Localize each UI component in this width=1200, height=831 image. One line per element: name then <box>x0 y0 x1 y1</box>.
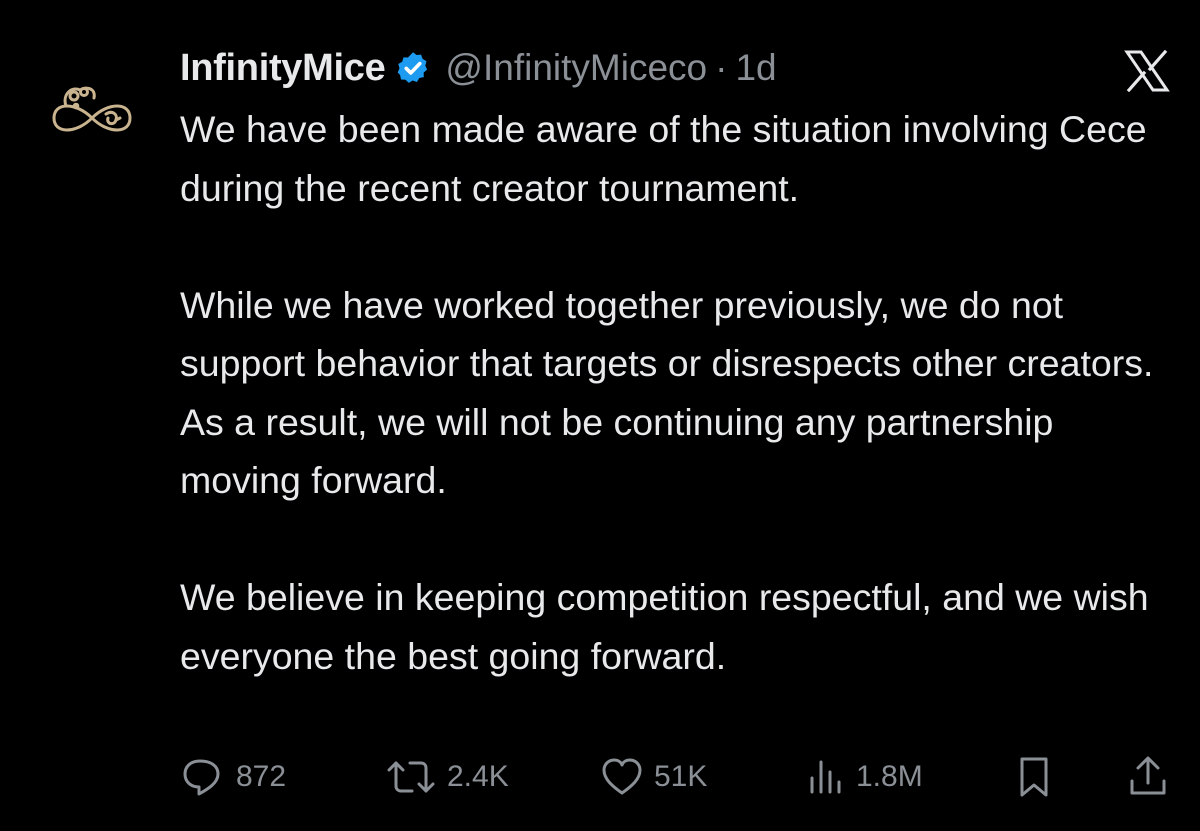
handle[interactable]: @InfinityMiceco <box>445 47 707 89</box>
separator-dot: · <box>715 47 728 88</box>
avatar[interactable] <box>46 80 138 144</box>
views-chart-icon <box>810 760 841 794</box>
bookmark-button[interactable] <box>1016 752 1052 802</box>
repost-count: 2.4K <box>447 760 509 793</box>
post-body: We have been made aware of the situation… <box>180 100 1180 685</box>
action-bar: 872 2.4K 51K 1.8M <box>180 752 1170 802</box>
repost-icon <box>387 761 435 793</box>
verified-badge-icon <box>395 50 431 86</box>
views-button[interactable]: 1.8M <box>806 752 923 802</box>
views-count: 1.8M <box>856 760 923 793</box>
post-header: InfinityMice @InfinityMiceco · 1d <box>180 40 777 96</box>
post-paragraph: We have been made aware of the situation… <box>180 108 1147 209</box>
post-time[interactable]: 1d <box>735 47 776 89</box>
reply-icon <box>183 759 220 796</box>
share-icon <box>1130 756 1166 795</box>
like-count: 51K <box>654 760 708 793</box>
heart-icon <box>602 758 642 795</box>
bookmark-icon <box>1020 757 1048 797</box>
repost-button[interactable]: 2.4K <box>385 752 509 802</box>
reply-count: 872 <box>236 760 287 793</box>
post-paragraph: While we have worked together previously… <box>180 283 1154 502</box>
reply-button[interactable]: 872 <box>180 752 286 802</box>
x-logo-icon[interactable] <box>1124 50 1170 92</box>
post-card: InfinityMice @InfinityMiceco · 1d We hav… <box>0 0 1200 831</box>
display-name[interactable]: InfinityMice <box>180 47 386 90</box>
like-button[interactable]: 51K <box>600 752 707 802</box>
post-paragraph: We believe in keeping competition respec… <box>180 576 1149 677</box>
share-button[interactable] <box>1128 752 1168 802</box>
mouse-infinity-logo-icon <box>52 86 132 132</box>
